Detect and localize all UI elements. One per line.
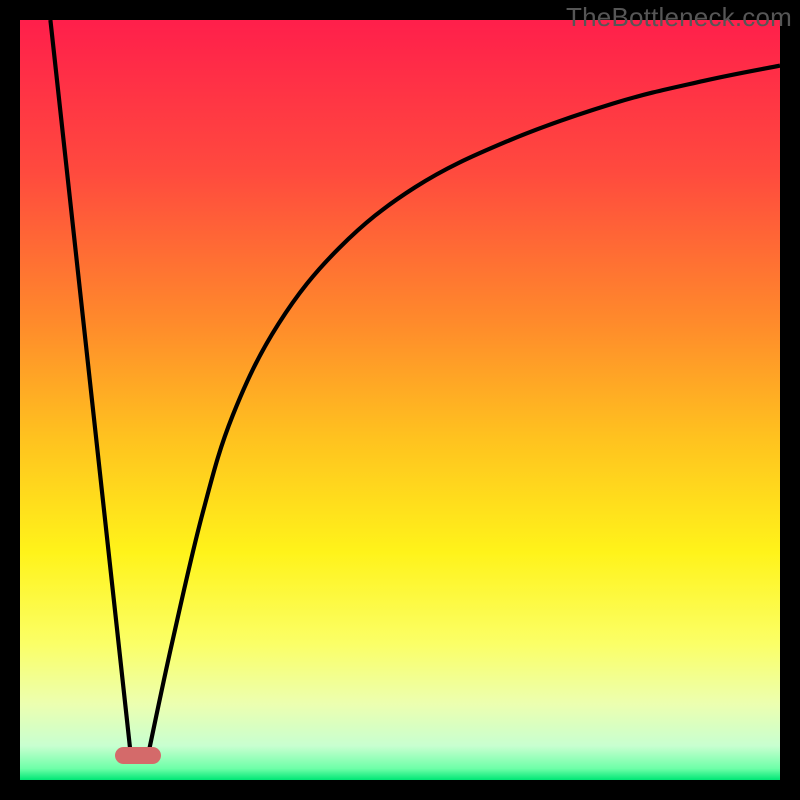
right-curve-path xyxy=(149,66,780,750)
watermark-text: TheBottleneck.com xyxy=(566,2,792,33)
plot-area xyxy=(20,20,780,780)
dip-marker xyxy=(115,747,161,764)
curve-layer xyxy=(20,20,780,780)
chart-frame: TheBottleneck.com xyxy=(0,0,800,800)
left-line-path xyxy=(50,20,130,750)
